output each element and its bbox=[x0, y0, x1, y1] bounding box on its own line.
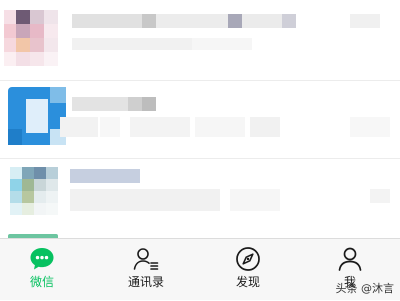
bottom-tab-bar: 微信 通讯录 发现 我 头条 @沐言 bbox=[0, 238, 400, 300]
tab-label: 微信 bbox=[29, 275, 54, 289]
tab-discover[interactable]: 发现 bbox=[208, 239, 288, 301]
chat-avatar[interactable] bbox=[8, 87, 66, 145]
chat-avatar[interactable] bbox=[4, 10, 64, 68]
chat-item[interactable] bbox=[0, 159, 400, 231]
chat-avatar[interactable] bbox=[10, 167, 58, 215]
chat-title-placeholder bbox=[72, 97, 272, 111]
chat-preview-placeholder bbox=[60, 117, 390, 137]
contacts-icon bbox=[133, 248, 159, 270]
person-icon bbox=[338, 247, 362, 271]
tab-contacts[interactable]: 通讯录 bbox=[106, 239, 186, 301]
tab-label: 发现 bbox=[235, 275, 260, 289]
tab-chats[interactable]: 微信 bbox=[2, 239, 82, 301]
compass-icon bbox=[236, 247, 260, 271]
watermark: 头条 @沐言 bbox=[335, 282, 395, 295]
chat-item[interactable] bbox=[0, 81, 400, 157]
chat-item[interactable] bbox=[0, 0, 400, 78]
chat-preview-placeholder bbox=[70, 189, 390, 211]
tab-label: 通讯录 bbox=[127, 275, 164, 289]
chat-list bbox=[0, 0, 400, 238]
chat-title-placeholder bbox=[72, 14, 382, 28]
chat-title-placeholder bbox=[70, 169, 140, 183]
chat-bubble-icon bbox=[30, 248, 54, 270]
chat-preview-placeholder bbox=[72, 38, 342, 50]
